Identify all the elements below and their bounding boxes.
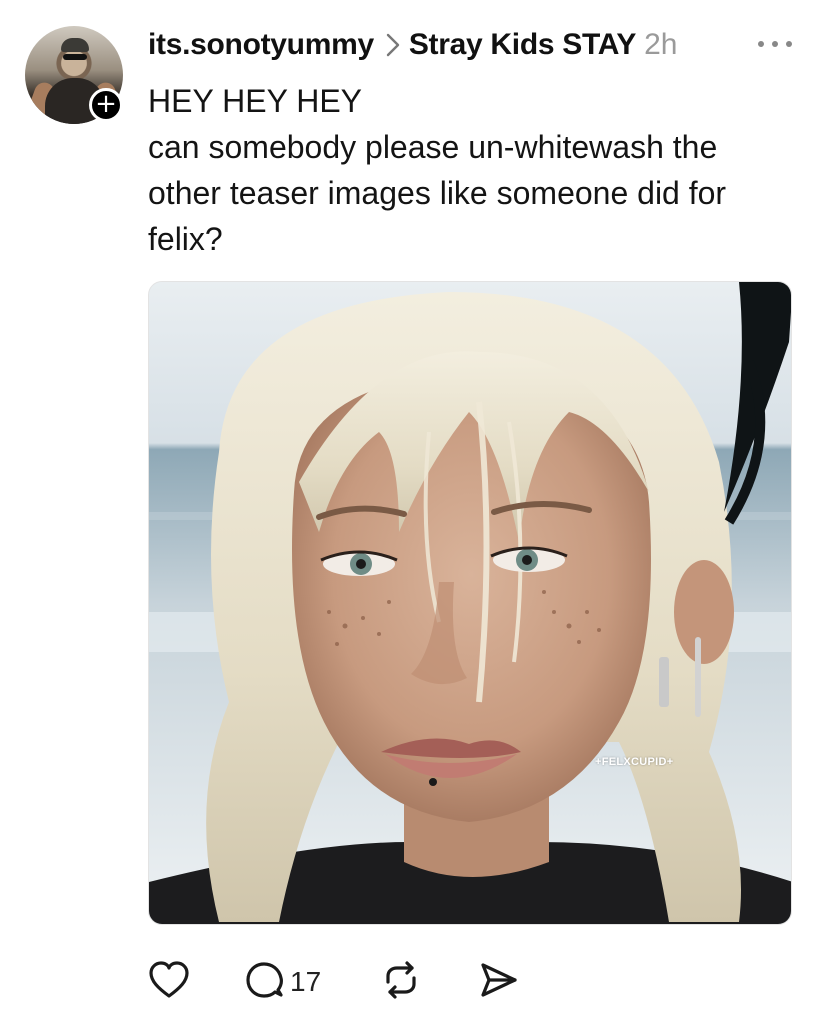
reply-button[interactable]: 17 bbox=[244, 958, 321, 1006]
image-watermark: +FELXCUPID+ bbox=[595, 756, 674, 768]
community-link[interactable]: Stray Kids STAY bbox=[409, 28, 637, 62]
send-icon bbox=[478, 960, 520, 1005]
reply-count: 17 bbox=[290, 966, 322, 997]
username-link[interactable]: its.sonotyummy bbox=[148, 28, 374, 62]
post-text-line: HEY HEY HEY bbox=[148, 83, 363, 119]
post-text-line: can somebody please un-whitewash the oth… bbox=[148, 129, 727, 257]
more-options-icon[interactable] bbox=[755, 34, 795, 54]
post-image[interactable]: +FELXCUPID+ bbox=[148, 281, 792, 925]
action-bar: 17 bbox=[148, 958, 548, 1006]
avatar-figure-cap bbox=[61, 38, 89, 52]
post-header: its.sonotyummy Stray Kids STAY 2h bbox=[148, 22, 677, 68]
post-text: HEY HEY HEY can somebody please un-white… bbox=[148, 78, 798, 262]
post-timestamp: 2h bbox=[644, 28, 678, 61]
share-button[interactable] bbox=[478, 958, 520, 1006]
comment-icon bbox=[244, 960, 284, 1005]
portrait-photo bbox=[149, 282, 791, 924]
like-button[interactable] bbox=[148, 958, 190, 1006]
thread-post: + its.sonotyummy Stray Kids STAY 2h HEY … bbox=[0, 0, 830, 1023]
chevron-right-icon bbox=[386, 33, 400, 57]
repost-icon bbox=[380, 960, 422, 1005]
avatar-figure-sunglasses bbox=[63, 54, 87, 60]
repost-button[interactable] bbox=[380, 958, 422, 1006]
follow-plus-button[interactable]: + bbox=[89, 88, 123, 122]
heart-icon bbox=[148, 960, 190, 1005]
